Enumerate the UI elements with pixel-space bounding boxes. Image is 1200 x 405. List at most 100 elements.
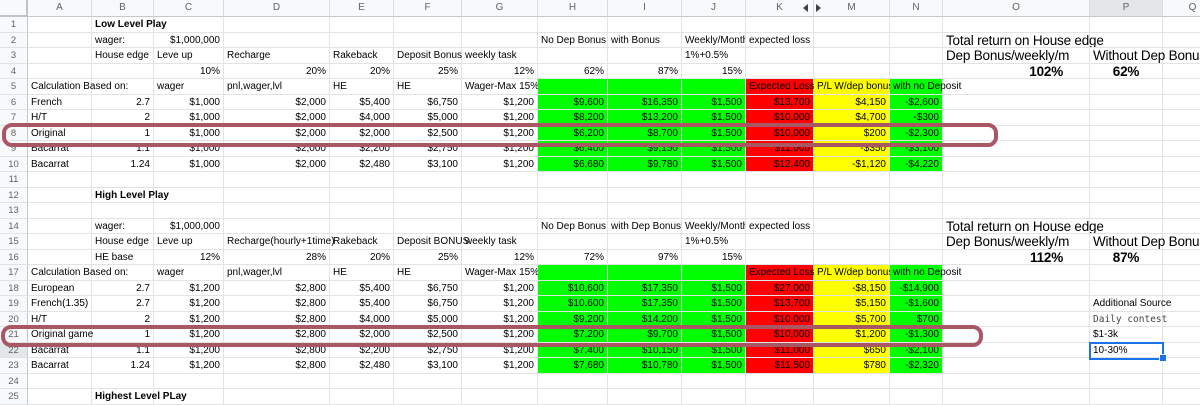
cell-H4[interactable]: 62%	[538, 64, 608, 80]
cell-J11[interactable]	[682, 172, 746, 188]
cell-H6[interactable]: $9,600	[538, 95, 608, 111]
cell-B4[interactable]	[92, 64, 154, 80]
cell-O17[interactable]	[943, 265, 1090, 281]
cell-H14[interactable]: No Dep Bonus	[538, 219, 608, 235]
cell-B2[interactable]: wager:	[92, 33, 154, 49]
fill-handle[interactable]	[1159, 354, 1167, 362]
cell-C14[interactable]: $1,000,000	[154, 219, 224, 235]
cell-F15[interactable]: Deposit BONUS	[394, 234, 462, 250]
cell-M19[interactable]: $5,150	[814, 296, 890, 312]
cell-Q7[interactable]	[1163, 110, 1200, 126]
cell-D14[interactable]	[224, 219, 330, 235]
cell-B17[interactable]	[92, 265, 154, 281]
cell-I6[interactable]: $16,350	[608, 95, 682, 111]
cell-I1[interactable]	[608, 17, 682, 33]
cell-J19[interactable]: $1,500	[682, 296, 746, 312]
cell-N14[interactable]	[890, 219, 943, 235]
cell-N1[interactable]	[890, 17, 943, 33]
cell-F11[interactable]	[394, 172, 462, 188]
column-header-A[interactable]: A	[28, 0, 92, 17]
cell-J1[interactable]	[682, 17, 746, 33]
cell-I25[interactable]	[608, 389, 682, 405]
cell-J17[interactable]	[682, 265, 746, 281]
cell-C4[interactable]: 10%	[154, 64, 224, 80]
cell-F17[interactable]: HE	[394, 265, 462, 281]
cell-M16[interactable]	[814, 250, 890, 266]
cell-F3[interactable]: Deposit Bonus	[394, 48, 462, 64]
cell-E3[interactable]: Rakeback	[330, 48, 394, 64]
cell-H15[interactable]	[538, 234, 608, 250]
cell-N10[interactable]: -$4,220	[890, 157, 943, 173]
cell-I11[interactable]	[608, 172, 682, 188]
cell-D11[interactable]	[224, 172, 330, 188]
cell-I24[interactable]	[608, 374, 682, 390]
cell-I16[interactable]: 97%	[608, 250, 682, 266]
cell-A3[interactable]	[28, 48, 92, 64]
cell-P6[interactable]	[1090, 95, 1163, 111]
cell-M10[interactable]: -$1,120	[814, 157, 890, 173]
cell-Q23[interactable]	[1163, 358, 1200, 374]
cell-F16[interactable]: 25%	[394, 250, 462, 266]
cell-Q8[interactable]	[1163, 126, 1200, 142]
row-header-17[interactable]: 17	[0, 265, 28, 281]
cell-G25[interactable]	[462, 389, 538, 405]
cell-K23[interactable]: $11,500	[746, 358, 814, 374]
cell-K3[interactable]	[746, 48, 814, 64]
cell-Q2[interactable]	[1163, 33, 1200, 49]
cell-F6[interactable]: $6,750	[394, 95, 462, 111]
cell-Q6[interactable]	[1163, 95, 1200, 111]
cell-P10[interactable]	[1090, 157, 1163, 173]
cell-N2[interactable]	[890, 33, 943, 49]
cell-N19[interactable]: -$1,600	[890, 296, 943, 312]
cell-E15[interactable]: Rakeback	[330, 234, 394, 250]
cell-B24[interactable]	[92, 374, 154, 390]
cell-H19[interactable]: $10,600	[538, 296, 608, 312]
cell-A15[interactable]	[28, 234, 92, 250]
cell-P5[interactable]	[1090, 79, 1163, 95]
cell-N16[interactable]	[890, 250, 943, 266]
cell-D18[interactable]: $2,800	[224, 281, 330, 297]
cell-A16[interactable]	[28, 250, 92, 266]
cell-A24[interactable]	[28, 374, 92, 390]
cell-G24[interactable]	[462, 374, 538, 390]
cell-G18[interactable]: $1,200	[462, 281, 538, 297]
cell-J6[interactable]: $1,500	[682, 95, 746, 111]
cell-G13[interactable]	[462, 203, 538, 219]
cell-J18[interactable]: $1,500	[682, 281, 746, 297]
cell-Q3[interactable]	[1163, 48, 1200, 64]
cell-E6[interactable]: $5,400	[330, 95, 394, 111]
cell-C2[interactable]: $1,000,000	[154, 33, 224, 49]
cell-B10[interactable]: 1.24	[92, 157, 154, 173]
cell-Q4[interactable]	[1163, 64, 1200, 80]
cell-D17[interactable]: pnl,wager,lvl	[224, 265, 330, 281]
cell-K10[interactable]: $12,400	[746, 157, 814, 173]
cell-F12[interactable]	[394, 188, 462, 204]
cell-B1[interactable]: Low Level Play	[92, 17, 154, 33]
cell-K15[interactable]	[746, 234, 814, 250]
cell-F13[interactable]	[394, 203, 462, 219]
cell-F18[interactable]: $6,750	[394, 281, 462, 297]
column-header-B[interactable]: B	[92, 0, 154, 17]
cell-B3[interactable]: House edge	[92, 48, 154, 64]
cell-B25[interactable]: Highest Level PLay	[92, 389, 154, 405]
cell-Q16[interactable]	[1163, 250, 1200, 266]
cell-M14[interactable]	[814, 219, 890, 235]
cell-G23[interactable]: $1,200	[462, 358, 538, 374]
cell-K14[interactable]: expected loss	[746, 219, 814, 235]
column-header-I[interactable]: I	[608, 0, 682, 17]
cell-M3[interactable]	[814, 48, 890, 64]
cell-Q21[interactable]	[1163, 327, 1200, 343]
row-header-10[interactable]: 10	[0, 157, 28, 173]
row-header-13[interactable]: 13	[0, 203, 28, 219]
cell-D2[interactable]	[224, 33, 330, 49]
cell-C25[interactable]	[154, 389, 224, 405]
cell-B23[interactable]: 1.24	[92, 358, 154, 374]
cell-O6[interactable]	[943, 95, 1090, 111]
cell-N4[interactable]	[890, 64, 943, 80]
cell-K2[interactable]: expected loss	[746, 33, 814, 49]
cell-A17[interactable]: Calculation Based on:	[28, 265, 92, 281]
cell-B19[interactable]: 2.7	[92, 296, 154, 312]
cell-Q9[interactable]	[1163, 141, 1200, 157]
cell-Q17[interactable]	[1163, 265, 1200, 281]
cell-J5[interactable]	[682, 79, 746, 95]
